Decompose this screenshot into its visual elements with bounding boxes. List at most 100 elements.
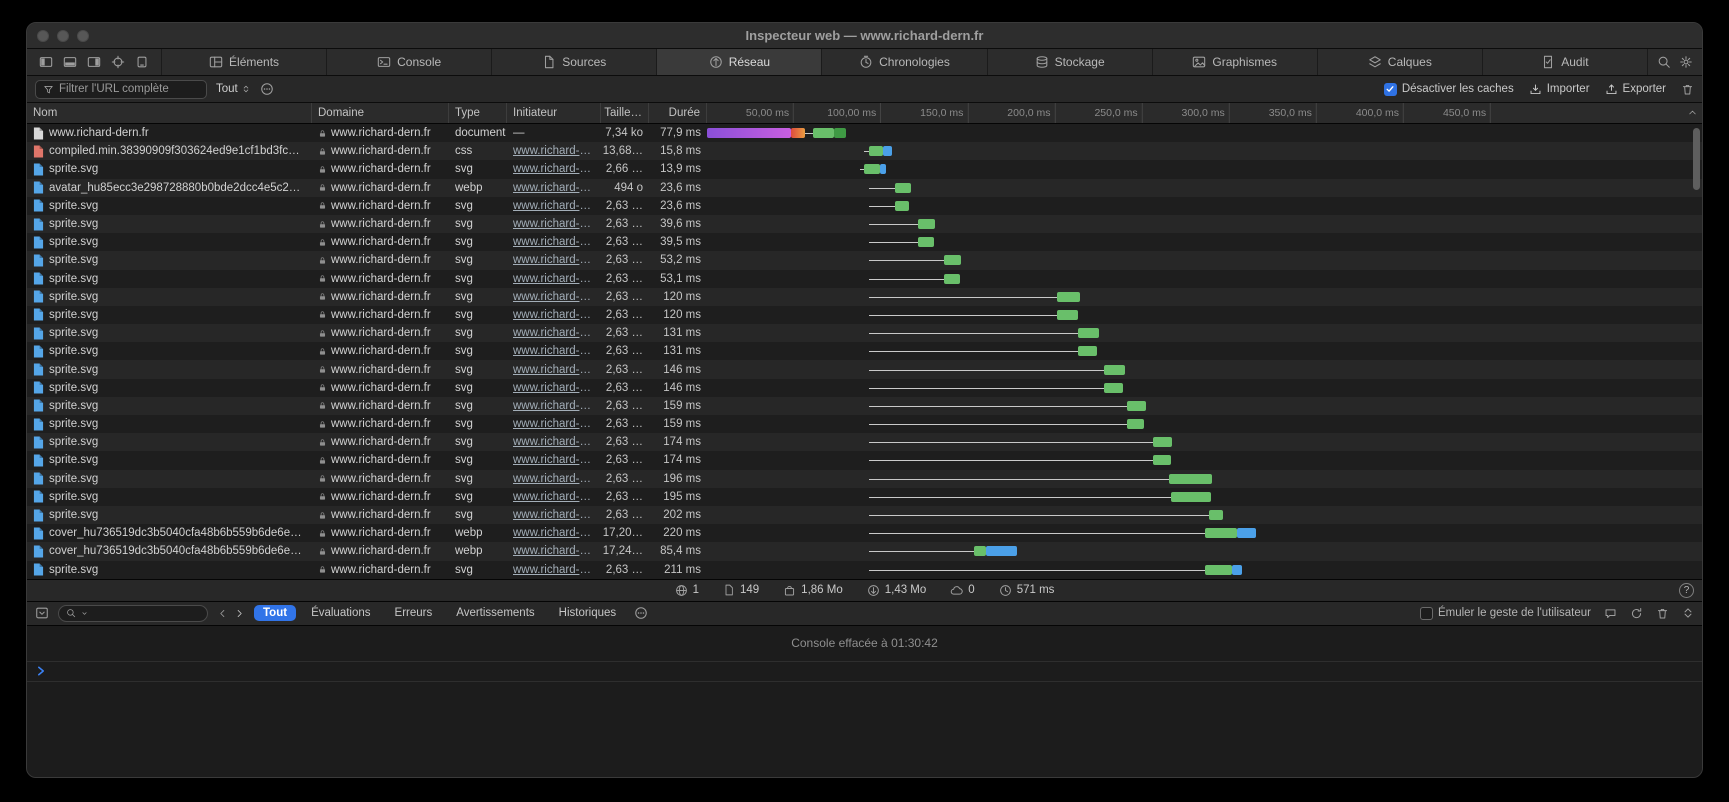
initiator-link[interactable]: www.richard-d… — [513, 382, 595, 394]
network-request-row[interactable]: sprite.svgwww.richard-dern.frsvgwww.rich… — [27, 215, 1702, 233]
column-header-domain[interactable]: Domaine — [312, 103, 449, 123]
export-button[interactable]: Exporter — [1605, 83, 1666, 96]
initiator-link[interactable]: www.richard-d… — [513, 345, 595, 357]
network-request-row[interactable]: sprite.svgwww.richard-dern.frsvgwww.rich… — [27, 451, 1702, 469]
resource-scope-select[interactable]: Tout — [216, 83, 251, 95]
tab-network[interactable]: Réseau — [657, 49, 822, 75]
initiator-link[interactable]: www.richard-d… — [513, 291, 595, 303]
initiator-link[interactable]: www.richard-d… — [513, 254, 595, 266]
network-request-row[interactable]: compiled.min.38390909f303624ed9e1cf1bd3f… — [27, 142, 1702, 160]
initiator-link[interactable]: www.richard-d… — [513, 163, 595, 175]
console-tab-historiques[interactable]: Historiques — [550, 605, 626, 621]
network-request-row[interactable]: cover_hu736519dc3b5040cfa48b6b559b6de6ec… — [27, 542, 1702, 560]
initiator-link[interactable]: www.richard-d… — [513, 418, 595, 430]
resize-chevrons-icon[interactable] — [1682, 607, 1694, 619]
initiator-link[interactable]: www.richard-d… — [513, 454, 595, 466]
network-request-row[interactable]: sprite.svgwww.richard-dern.frsvgwww.rich… — [27, 306, 1702, 324]
initiator-link[interactable]: www.richard-d… — [513, 273, 595, 285]
initiator-link[interactable]: www.richard-d… — [513, 436, 595, 448]
initiator-link[interactable]: www.richard-d… — [513, 400, 595, 412]
help-button[interactable]: ? — [1679, 583, 1694, 598]
column-header-duration[interactable]: Durée — [649, 103, 707, 123]
disable-caches-checkbox[interactable] — [1384, 83, 1397, 96]
column-header-size[interactable]: Taille… — [601, 103, 649, 123]
filter-options-icon[interactable] — [260, 82, 274, 96]
initiator-link[interactable]: www.richard-d… — [513, 491, 595, 503]
network-request-row[interactable]: sprite.svgwww.richard-dern.frsvgwww.rich… — [27, 197, 1702, 215]
zoom-window-button[interactable] — [77, 30, 89, 42]
initiator-link[interactable]: www.richard-d… — [513, 473, 595, 485]
initiator-link[interactable]: www.richard-d… — [513, 364, 595, 376]
history-back-icon[interactable] — [217, 608, 228, 619]
network-request-row[interactable]: sprite.svgwww.richard-dern.frsvgwww.rich… — [27, 160, 1702, 178]
console-search-input[interactable] — [58, 605, 208, 622]
network-request-row[interactable]: sprite.svgwww.richard-dern.frsvgwww.rich… — [27, 488, 1702, 506]
console-empty-area[interactable] — [27, 682, 1702, 777]
preserve-log-icon[interactable] — [1630, 607, 1643, 620]
initiator-link[interactable]: www.richard-d… — [513, 564, 595, 576]
column-header-initiator[interactable]: Initiateur — [507, 103, 601, 123]
initiator-link[interactable]: www.richard-d… — [513, 327, 595, 339]
minimize-window-button[interactable] — [57, 30, 69, 42]
network-request-row[interactable]: www.richard-dern.frwww.richard-dern.frdo… — [27, 124, 1702, 142]
emulate-gesture-checkbox[interactable] — [1420, 607, 1433, 620]
tab-graphics[interactable]: Graphismes — [1153, 49, 1318, 75]
network-request-row[interactable]: sprite.svgwww.richard-dern.frsvgwww.rich… — [27, 360, 1702, 378]
network-request-row[interactable]: sprite.svgwww.richard-dern.frsvgwww.rich… — [27, 415, 1702, 433]
scrollbar-thumb[interactable] — [1693, 128, 1700, 190]
initiator-link[interactable]: www.richard-d… — [513, 545, 595, 557]
window-titlebar[interactable]: Inspecteur web — www.richard-dern.fr — [27, 23, 1702, 49]
initiator-link[interactable]: www.richard-d… — [513, 236, 595, 248]
network-request-row[interactable]: sprite.svgwww.richard-dern.frsvgwww.rich… — [27, 397, 1702, 415]
network-request-row[interactable]: sprite.svgwww.richard-dern.frsvgwww.rich… — [27, 324, 1702, 342]
tab-storage[interactable]: Stockage — [988, 49, 1153, 75]
console-drawer-icon[interactable] — [1604, 607, 1617, 620]
network-request-row[interactable]: sprite.svgwww.richard-dern.frsvgwww.rich… — [27, 470, 1702, 488]
collapse-timeline-icon[interactable] — [1687, 107, 1698, 118]
tab-audit[interactable]: Audit — [1483, 49, 1648, 75]
network-request-row[interactable]: sprite.svgwww.richard-dern.frsvgwww.rich… — [27, 270, 1702, 288]
import-button[interactable]: Importer — [1529, 83, 1590, 96]
network-request-row[interactable]: sprite.svgwww.richard-dern.frsvgwww.rich… — [27, 233, 1702, 251]
history-forward-icon[interactable] — [234, 608, 245, 619]
console-tab-evaluations[interactable]: Évaluations — [302, 605, 379, 621]
dock-left-icon[interactable] — [39, 55, 53, 69]
console-tab-erreurs[interactable]: Erreurs — [386, 605, 442, 621]
tab-layers[interactable]: Calques — [1318, 49, 1483, 75]
console-tab-tout[interactable]: Tout — [254, 605, 296, 621]
network-request-row[interactable]: sprite.svgwww.richard-dern.frsvgwww.rich… — [27, 342, 1702, 360]
initiator-link[interactable]: www.richard-d… — [513, 309, 595, 321]
network-request-row[interactable]: avatar_hu85ecc3e298728880b0bde2dcc4e5c23… — [27, 179, 1702, 197]
close-window-button[interactable] — [37, 30, 49, 42]
network-request-row[interactable]: cover_hu736519dc3b5040cfa48b6b559b6de6ec… — [27, 524, 1702, 542]
url-filter-input[interactable]: Filtrer l'URL complète — [35, 80, 207, 99]
initiator-link[interactable]: www.richard-d… — [513, 218, 595, 230]
search-icon[interactable] — [1657, 55, 1671, 69]
console-sidebar-icon[interactable] — [35, 606, 49, 620]
console-prompt[interactable] — [27, 662, 1702, 682]
device-icon[interactable] — [135, 55, 149, 69]
initiator-link[interactable]: www.richard-d… — [513, 145, 595, 157]
clear-network-trash-icon[interactable] — [1681, 83, 1694, 96]
dock-bottom-icon[interactable] — [63, 55, 77, 69]
dock-right-icon[interactable] — [87, 55, 101, 69]
tab-timelines[interactable]: Chronologies — [822, 49, 987, 75]
network-request-row[interactable]: sprite.svgwww.richard-dern.frsvgwww.rich… — [27, 433, 1702, 451]
emulate-gesture-toggle[interactable]: Émuler le geste de l'utilisateur — [1420, 607, 1591, 620]
settings-gear-icon[interactable] — [1679, 55, 1693, 69]
clear-console-trash-icon[interactable] — [1656, 607, 1669, 620]
initiator-link[interactable]: www.richard-d… — [513, 509, 595, 521]
column-header-type[interactable]: Type — [449, 103, 507, 123]
target-icon[interactable] — [111, 55, 125, 69]
tab-console[interactable]: Console — [327, 49, 492, 75]
initiator-link[interactable]: www.richard-d… — [513, 527, 595, 539]
column-header-name[interactable]: Nom — [27, 103, 312, 123]
tab-sources[interactable]: Sources — [492, 49, 657, 75]
network-request-row[interactable]: sprite.svgwww.richard-dern.frsvgwww.rich… — [27, 506, 1702, 524]
initiator-link[interactable]: www.richard-d… — [513, 200, 595, 212]
network-request-row[interactable]: sprite.svgwww.richard-dern.frsvgwww.rich… — [27, 379, 1702, 397]
network-request-row[interactable]: sprite.svgwww.richard-dern.frsvgwww.rich… — [27, 288, 1702, 306]
tab-elements[interactable]: Éléments — [162, 49, 327, 75]
network-request-row[interactable]: sprite.svgwww.richard-dern.frsvgwww.rich… — [27, 561, 1702, 579]
vertical-scrollbar[interactable] — [1692, 126, 1701, 577]
